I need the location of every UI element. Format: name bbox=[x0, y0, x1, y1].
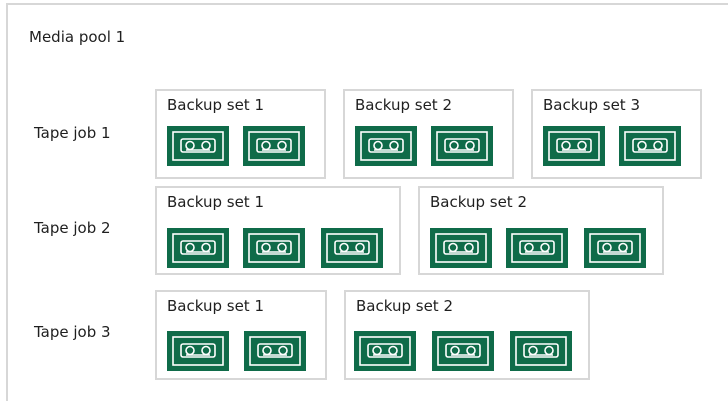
tape-cartridge-icon bbox=[432, 331, 494, 371]
tape-cartridge-icon bbox=[244, 331, 306, 371]
tape-cartridge-icon bbox=[510, 331, 572, 371]
tape-cartridge-icon bbox=[167, 228, 229, 268]
tape-cartridge-icon bbox=[543, 126, 605, 166]
tape-cartridge-icon bbox=[355, 126, 417, 166]
tape-cartridge-icon bbox=[354, 331, 416, 371]
tape-cartridge-icon bbox=[431, 126, 493, 166]
media-pool-title: Media pool 1 bbox=[29, 28, 126, 46]
tape-cartridge-icon bbox=[619, 126, 681, 166]
backup-set-label: Backup set 1 bbox=[167, 96, 264, 114]
tape-job-label-1: Tape job 1 bbox=[34, 124, 111, 142]
tape-job-label-2: Tape job 2 bbox=[34, 219, 111, 237]
backup-set-box: Backup set 3 bbox=[531, 89, 702, 179]
tape-cartridge-icon bbox=[243, 126, 305, 166]
backup-set-box: Backup set 2 bbox=[343, 89, 514, 179]
backup-set-label: Backup set 1 bbox=[167, 193, 264, 211]
backup-set-label: Backup set 2 bbox=[430, 193, 527, 211]
backup-set-box: Backup set 1 bbox=[155, 186, 401, 275]
backup-set-box: Backup set 2 bbox=[418, 186, 664, 275]
tape-cartridge-icon bbox=[430, 228, 492, 268]
backup-set-box: Backup set 2 bbox=[344, 290, 590, 380]
tape-cartridge-icon bbox=[506, 228, 568, 268]
tape-cartridge-icon bbox=[243, 228, 305, 268]
backup-set-label: Backup set 2 bbox=[355, 96, 452, 114]
tape-cartridge-icon bbox=[321, 228, 383, 268]
backup-set-label: Backup set 1 bbox=[167, 297, 264, 315]
tape-job-label-3: Tape job 3 bbox=[34, 323, 111, 341]
backup-set-box: Backup set 1 bbox=[155, 89, 326, 179]
backup-set-label: Backup set 2 bbox=[356, 297, 453, 315]
tape-cartridge-icon bbox=[584, 228, 646, 268]
backup-set-label: Backup set 3 bbox=[543, 96, 640, 114]
backup-set-box: Backup set 1 bbox=[155, 290, 327, 380]
tape-cartridge-icon bbox=[167, 331, 229, 371]
media-pool-panel: Media pool 1 Tape job 1 Tape job 2 Tape … bbox=[6, 3, 728, 401]
tape-cartridge-icon bbox=[167, 126, 229, 166]
